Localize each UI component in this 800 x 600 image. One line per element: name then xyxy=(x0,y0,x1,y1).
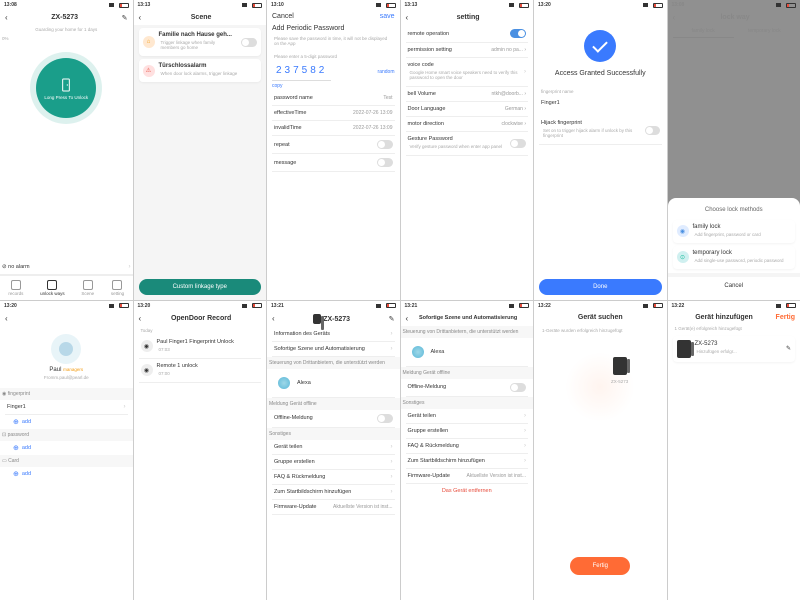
screen-device-info: 13:21 ‹ ZX-5273✎ Information des Geräts›… xyxy=(267,301,400,600)
alarm-icon: ⚠ xyxy=(143,65,155,77)
unlock-button[interactable]: Long Press To Unlock xyxy=(36,58,96,118)
screen-device-search: 13:22 Gerät suchen 1-Geräte wurden erfol… xyxy=(534,301,667,600)
edit-icon[interactable]: ✎ xyxy=(389,315,395,323)
save-button[interactable]: save xyxy=(380,13,395,20)
screen-access-granted: 13:20 Access Granted Successfully finger… xyxy=(534,0,667,300)
done-button[interactable]: Fertig xyxy=(776,314,795,321)
added-device[interactable]: ZX-5273Hinzufügen erfolgr... ✎ xyxy=(673,336,796,362)
screen-add-password: 13:10 Cancelsave Add Periodic Password P… xyxy=(267,0,400,300)
tab-unlock[interactable]: unlock ways xyxy=(40,280,65,296)
done-button[interactable]: Done xyxy=(539,279,662,295)
custom-linkage-button[interactable]: Custom linkage type xyxy=(139,279,262,295)
random-button[interactable]: random xyxy=(378,69,395,75)
lock-method-sheet: Choose lock methods ◉family lockAdd fing… xyxy=(668,198,800,300)
edit-icon[interactable]: ✎ xyxy=(122,14,128,22)
avatar xyxy=(51,334,81,364)
fingerprint-icon: ◉ xyxy=(677,225,689,237)
home-icon: ⌂ xyxy=(143,36,155,48)
check-icon xyxy=(584,30,616,62)
cancel-button[interactable]: Cancel xyxy=(272,13,294,20)
edit-icon[interactable]: ✎ xyxy=(786,345,791,352)
screen-device-info-2: 13:21 ‹Sofortige Szene und Automatisieru… xyxy=(401,301,534,600)
screen-opendoor-record: 13:20 ‹OpenDoor Record Today ◉Paul Finge… xyxy=(134,301,267,600)
add-card[interactable]: add xyxy=(5,467,128,481)
temporary-lock-option[interactable]: ⊙temporary lockAdd single-use password, … xyxy=(673,246,796,269)
screen-user-detail: 13:20 ‹ Paul managers Fromm.paul@pearl.d… xyxy=(0,301,133,600)
record-item[interactable]: ◉Paul Finger1 Fingerprint Unlock07:03 xyxy=(139,335,262,359)
tab-bar: records unlock ways Scene setting xyxy=(0,275,133,300)
screen-scene: 13:13 ‹Scene ⌂Familie nach Hause geh...T… xyxy=(134,0,267,300)
password-digits[interactable]: 237582 xyxy=(272,61,331,81)
radar-scan: ZX-5273 xyxy=(565,352,635,422)
device-icon xyxy=(677,340,691,358)
tab-setting[interactable]: setting xyxy=(111,280,124,296)
record-item[interactable]: ◉Remote 1 unlock07:00 xyxy=(139,359,262,383)
screen-lock-way: 13:08 ‹lock way family locktemporary loc… xyxy=(668,0,800,300)
add-password[interactable]: add xyxy=(5,441,128,455)
add-fingerprint[interactable]: add xyxy=(5,415,128,429)
tab-scene[interactable]: Scene xyxy=(81,280,94,296)
tab-records[interactable]: records xyxy=(8,280,23,296)
copy-button[interactable]: copy xyxy=(272,81,395,91)
screen-lock-main: 13:08 ‹ZX-5273✎ Guarding your home for 1… xyxy=(0,0,133,300)
scene-family[interactable]: ⌂Familie nach Hause geh...Trigger linkag… xyxy=(139,28,262,56)
scene-alarm[interactable]: ⚠TürschlossalarmWhen door lock alarms, t… xyxy=(139,59,262,82)
screen-device-added: 13:22 Gerät hinzufügenFertig 1 Gerät(e) … xyxy=(668,301,800,600)
key-icon: ⊙ xyxy=(677,251,689,263)
done-button[interactable]: Fertig xyxy=(570,557,630,575)
family-lock-option[interactable]: ◉family lockAdd fingerprint, password or… xyxy=(673,220,796,243)
toggle[interactable] xyxy=(241,38,257,47)
remove-device-button[interactable]: Das Gerät entfernen xyxy=(406,484,529,498)
cancel-button[interactable]: Cancel xyxy=(668,273,800,295)
screen-setting: 13:13 ‹setting remote operation permissi… xyxy=(401,0,534,300)
